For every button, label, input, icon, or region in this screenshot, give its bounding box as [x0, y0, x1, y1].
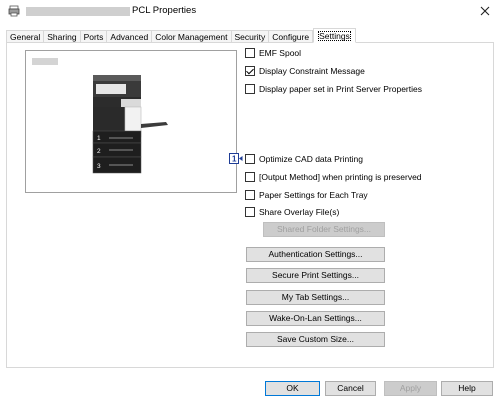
- display-constraint-label: Display Constraint Message: [259, 66, 365, 76]
- authentication-settings-button[interactable]: Authentication Settings...: [246, 247, 385, 262]
- tray-2-number: 2: [97, 148, 101, 155]
- printer-preview: 1 2 3: [25, 50, 237, 193]
- output-method-label: [Output Method] when printing is preserv…: [259, 172, 422, 182]
- window-title: PCL Properties: [132, 5, 197, 16]
- share-overlay-option[interactable]: Share Overlay File(s): [245, 206, 339, 218]
- close-icon[interactable]: [478, 4, 492, 18]
- title-bar[interactable]: PCL Properties: [0, 0, 500, 22]
- printer-illustration: 1 2 3: [92, 75, 168, 174]
- info-badge-icon: 1: [229, 153, 243, 164]
- tray-1-number: 1: [97, 135, 101, 142]
- display-paper-set-label: Display paper set in Print Server Proper…: [259, 84, 422, 94]
- wake-on-lan-settings-button[interactable]: Wake-On-Lan Settings...: [246, 311, 385, 326]
- paper-settings-tray-label: Paper Settings for Each Tray: [259, 190, 368, 200]
- printer-properties-window: PCL Properties General Sharing Ports Adv…: [0, 0, 500, 403]
- display-constraint-checkbox[interactable]: [245, 66, 255, 76]
- tab-settings[interactable]: Settings: [313, 28, 356, 43]
- printer-app-icon: [8, 5, 20, 17]
- optimize-cad-option[interactable]: Optimize CAD data Printing: [245, 153, 363, 165]
- secure-print-settings-button[interactable]: Secure Print Settings...: [246, 268, 385, 283]
- display-constraint-option[interactable]: Display Constraint Message: [245, 65, 365, 77]
- apply-button[interactable]: Apply: [384, 381, 437, 396]
- tab-strip: General Sharing Ports Advanced Color Man…: [6, 28, 356, 43]
- share-overlay-checkbox[interactable]: [245, 207, 255, 217]
- output-method-checkbox[interactable]: [245, 172, 255, 182]
- info-badge-number: 1: [232, 155, 237, 164]
- share-overlay-label: Share Overlay File(s): [259, 207, 340, 217]
- save-custom-size-button[interactable]: Save Custom Size...: [246, 332, 385, 347]
- output-method-option[interactable]: [Output Method] when printing is preserv…: [245, 171, 422, 183]
- emf-spool-label: EMF Spool: [259, 48, 302, 58]
- redacted-printer-name: [26, 7, 130, 16]
- tray-3-number: 3: [97, 163, 101, 170]
- paper-settings-tray-checkbox[interactable]: [245, 190, 255, 200]
- display-paper-set-option[interactable]: Display paper set in Print Server Proper…: [245, 83, 422, 95]
- tab-settings-label: Settings: [318, 31, 351, 41]
- help-button[interactable]: Help: [441, 381, 493, 396]
- paper-settings-tray-option[interactable]: Paper Settings for Each Tray: [245, 189, 368, 201]
- cancel-button[interactable]: Cancel: [325, 381, 376, 396]
- shared-folder-settings-button[interactable]: Shared Folder Settings...: [263, 222, 385, 237]
- my-tab-settings-button[interactable]: My Tab Settings...: [246, 290, 385, 305]
- optimize-cad-label: Optimize CAD data Printing: [259, 154, 363, 164]
- optimize-cad-checkbox[interactable]: [245, 154, 255, 164]
- emf-spool-option[interactable]: EMF Spool: [245, 47, 301, 59]
- display-paper-set-checkbox[interactable]: [245, 84, 255, 94]
- ok-button[interactable]: OK: [265, 381, 320, 396]
- emf-spool-checkbox[interactable]: [245, 48, 255, 58]
